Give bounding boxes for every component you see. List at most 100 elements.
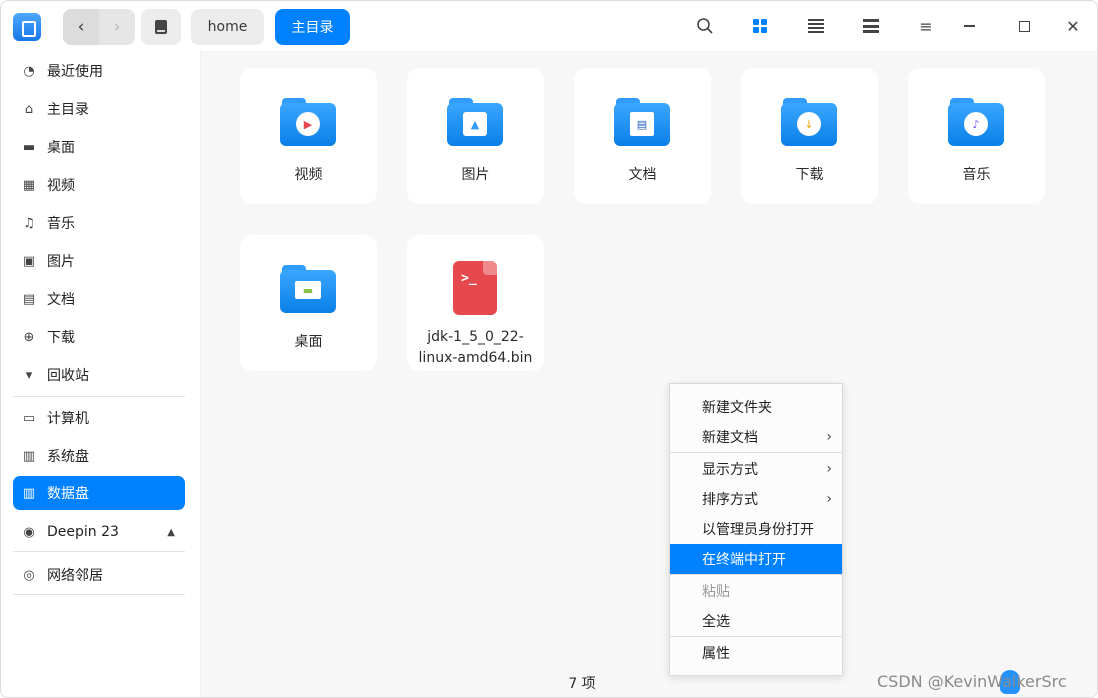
status-bar-count: 7 项: [568, 676, 596, 692]
sidebar-item-label: 数据盘: [47, 486, 89, 502]
folder-icon: ▤: [614, 98, 670, 146]
sidebar-item-desktop[interactable]: ▬ 桌面: [13, 130, 185, 164]
menu-divider: [670, 636, 842, 637]
title-bar: ‹ › home 主目录 ≡ ✕: [1, 1, 1097, 51]
sidebar-item-computer[interactable]: ▭ 计算机: [13, 401, 185, 435]
disk-icon: ▥: [22, 485, 36, 501]
video-icon: ▶: [296, 112, 320, 136]
menu-item-label: 显示方式: [702, 462, 758, 478]
menu-item-label: 排序方式: [702, 492, 758, 508]
sidebar-item-deepin-disc[interactable]: ◉ Deepin 23 ▲: [13, 515, 185, 549]
menu-item-new-folder[interactable]: 新建文件夹: [670, 392, 842, 422]
sidebar-divider: [13, 594, 185, 595]
sidebar-item-trash[interactable]: ▾ 回收站: [13, 358, 185, 392]
menu-item-paste[interactable]: 粘贴: [670, 576, 842, 606]
minimize-icon[interactable]: [956, 13, 982, 39]
breadcrumb-disk-button[interactable]: [141, 9, 181, 45]
menu-item-select-all[interactable]: 全选: [670, 606, 842, 636]
menu-item-label: 属性: [702, 646, 730, 662]
forward-button[interactable]: ›: [99, 9, 135, 45]
breadcrumb-home[interactable]: home: [191, 9, 264, 45]
detail-view-icon[interactable]: [858, 13, 884, 39]
file-item[interactable]: ↓ 下载: [741, 68, 878, 204]
menu-item-sort-by[interactable]: 排序方式 ›: [670, 484, 842, 514]
desktop-icon: ▬: [295, 281, 321, 299]
sidebar-divider: [13, 551, 185, 552]
search-icon[interactable]: [692, 13, 718, 39]
breadcrumb-current[interactable]: 主目录: [275, 9, 350, 45]
sidebar-item-label: 图片: [47, 254, 75, 270]
download-icon: ⊕: [23, 329, 35, 345]
menu-icon[interactable]: ≡: [913, 13, 939, 39]
desktop-icon: ▬: [22, 139, 36, 155]
file-item[interactable]: ▲ 图片: [407, 68, 544, 204]
network-icon: ◎: [23, 567, 35, 583]
sidebar-item-label: 音乐: [47, 216, 75, 232]
picture-icon: ▣: [22, 253, 36, 269]
file-item[interactable]: ▤ 文档: [574, 68, 711, 204]
file-item[interactable]: ▬ 桌面: [240, 235, 377, 371]
forward-icon: ›: [113, 17, 121, 37]
menu-divider: [670, 574, 842, 575]
icon-view-icon[interactable]: [747, 13, 773, 39]
sidebar-item-music[interactable]: ♫ 音乐: [13, 206, 185, 240]
video-icon: ▦: [22, 177, 36, 193]
menu-item-display-mode[interactable]: 显示方式 ›: [670, 454, 842, 484]
sidebar-item-label: 回收站: [47, 368, 89, 384]
terminal-prompt-icon: >_: [461, 271, 477, 286]
file-item[interactable]: ♪ 音乐: [908, 68, 1045, 204]
sidebar-item-pictures[interactable]: ▣ 图片: [13, 244, 185, 278]
sidebar: ◔ 最近使用 ⌂ 主目录 ▬ 桌面 ▦ 视频 ♫ 音乐 ▣ 图片 ▤ 文档 ⊕: [1, 51, 201, 697]
sidebar-item-home[interactable]: ⌂ 主目录: [13, 92, 185, 126]
app-logo-icon[interactable]: [13, 13, 41, 41]
folder-icon: ↓: [781, 98, 837, 146]
sidebar-item-documents[interactable]: ▤ 文档: [13, 282, 185, 316]
menu-item-open-in-terminal[interactable]: 在终端中打开: [670, 544, 842, 574]
menu-item-properties[interactable]: 属性: [670, 638, 842, 668]
submenu-arrow-icon: ›: [826, 429, 832, 445]
sidebar-item-label: 视频: [47, 178, 75, 194]
sidebar-item-system-disk[interactable]: ▥ 系统盘: [13, 439, 185, 473]
sidebar-item-videos[interactable]: ▦ 视频: [13, 168, 185, 202]
folder-icon: ▬: [280, 265, 336, 313]
sidebar-item-label: Deepin 23: [47, 524, 119, 540]
sidebar-item-label: 桌面: [47, 140, 75, 156]
download-icon: ↓: [797, 112, 821, 136]
file-item[interactable]: >_ jdk-1_5_0_22- linux-amd64.bin: [407, 235, 544, 371]
folder-icon: ♪: [948, 98, 1004, 146]
file-name: 图片: [461, 167, 490, 183]
document-icon: ▤: [22, 291, 36, 307]
menu-item-new-document[interactable]: 新建文档 ›: [670, 422, 842, 452]
sidebar-item-recent[interactable]: ◔ 最近使用: [13, 54, 185, 88]
folder-icon: ▲: [447, 98, 503, 146]
sidebar-item-data-disk[interactable]: ▥ 数据盘: [13, 476, 185, 510]
watermark: CSDN @KevinWalkerSrc: [877, 672, 1067, 691]
list-view-icon[interactable]: [803, 13, 829, 39]
file-view[interactable]: ▶ 视频 ▲ 图片 ▤ 文档 ↓ 下载 ♪ 音乐 ▬ 桌面 >_ jdk-1_5…: [202, 51, 1097, 697]
menu-item-open-as-admin[interactable]: 以管理员身份打开: [670, 514, 842, 544]
file-name: 视频: [294, 167, 323, 183]
sidebar-item-network[interactable]: ◎ 网络邻居: [13, 558, 185, 592]
maximize-icon[interactable]: [1011, 13, 1037, 39]
sidebar-item-label: 文档: [47, 292, 75, 308]
file-name: 下载: [795, 167, 824, 183]
sidebar-item-label: 下载: [47, 330, 75, 346]
sidebar-divider: [13, 396, 185, 397]
menu-item-label: 粘贴: [702, 584, 730, 600]
file-name-line: jdk-1_5_0_22-: [427, 329, 524, 345]
document-icon: ▤: [630, 112, 654, 136]
folder-icon: ▶: [280, 98, 336, 146]
eject-icon[interactable]: ▲: [167, 527, 175, 538]
file-manager-window: ‹ › home 主目录 ≡ ✕ ◔ 最近使用 ⌂ 主目录 ▬ 桌面 ▦ 视频 …: [0, 0, 1098, 698]
optical-disc-icon: ◉: [23, 524, 35, 540]
close-icon[interactable]: ✕: [1060, 13, 1086, 39]
back-button[interactable]: ‹: [63, 9, 99, 45]
music-icon: ♪: [964, 112, 988, 136]
submenu-arrow-icon: ›: [826, 461, 832, 477]
file-name-line: linux-amd64.bin: [418, 350, 533, 366]
menu-item-label: 在终端中打开: [702, 552, 786, 568]
file-item[interactable]: ▶ 视频: [240, 68, 377, 204]
sidebar-item-downloads[interactable]: ⊕ 下载: [13, 320, 185, 354]
submenu-arrow-icon: ›: [826, 491, 832, 507]
sidebar-item-label: 主目录: [47, 102, 89, 118]
